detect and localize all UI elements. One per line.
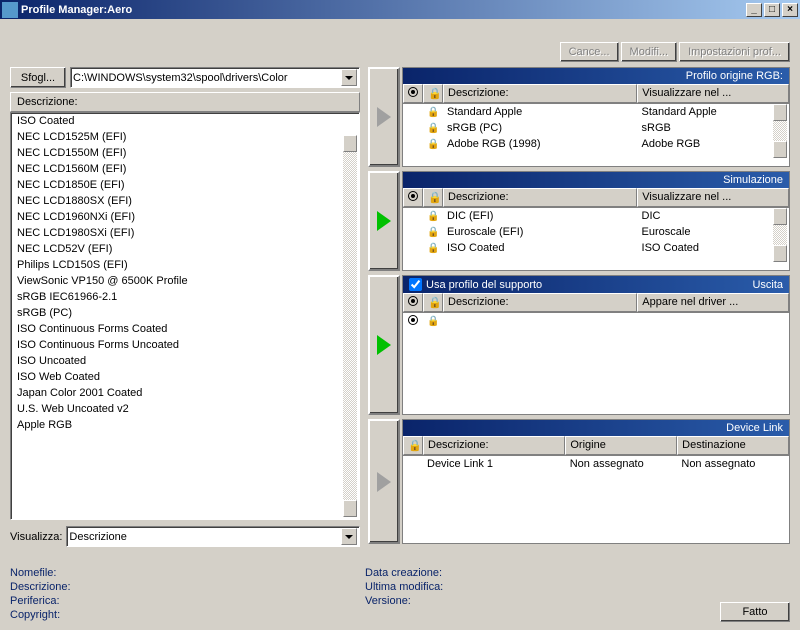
table-row[interactable]: 🔒sRGB (PC)sRGB bbox=[403, 120, 789, 136]
list-item[interactable]: ViewSonic VP150 @ 6500K Profile bbox=[11, 273, 359, 289]
arrow-right-icon bbox=[377, 472, 391, 492]
desc-header[interactable]: Descrizione: bbox=[443, 84, 637, 103]
lock-header: 🔒 bbox=[423, 84, 443, 103]
appear-header[interactable]: Appare nel driver ... bbox=[637, 293, 789, 312]
path-value: C:\WINDOWS\system32\spool\drivers\Color bbox=[73, 72, 341, 84]
close-button[interactable]: × bbox=[782, 3, 798, 17]
list-item[interactable]: ISO Continuous Forms Coated bbox=[11, 321, 359, 337]
lock-icon: 🔒 bbox=[423, 122, 443, 135]
profile-listbox[interactable]: ISO CoatedNEC LCD1525M (EFI)NEC LCD1550M… bbox=[10, 112, 360, 520]
visual-header[interactable]: Visualizzare nel ... bbox=[637, 84, 789, 103]
chevron-down-icon[interactable] bbox=[341, 69, 357, 86]
left-panel: Sfogl... C:\WINDOWS\system32\spool\drive… bbox=[10, 67, 360, 575]
target-icon bbox=[408, 87, 418, 97]
created-label: Data creazione: bbox=[365, 566, 720, 580]
view-label: Visualizza: bbox=[10, 531, 62, 543]
done-button[interactable]: Fatto bbox=[720, 602, 790, 622]
add-devlink-button[interactable] bbox=[368, 419, 400, 544]
lock-icon: 🔒 bbox=[423, 242, 443, 255]
list-item[interactable]: NEC LCD1550M (EFI) bbox=[11, 145, 359, 161]
list-item[interactable]: sRGB IEC61966-2.1 bbox=[11, 289, 359, 305]
list-item[interactable]: ISO Continuous Forms Uncoated bbox=[11, 337, 359, 353]
output-section-title: Usa profilo del supporto Uscita bbox=[403, 276, 789, 293]
list-item[interactable]: ISO Uncoated bbox=[11, 353, 359, 369]
list-item[interactable]: ISO Web Coated bbox=[11, 369, 359, 385]
top-toolbar: Cance... Modifi... Impostazioni prof... bbox=[560, 42, 790, 62]
sim-section-title: Simulazione bbox=[403, 172, 789, 188]
dest-header[interactable]: Destinazione bbox=[677, 436, 789, 455]
list-item[interactable]: NEC LCD1980SXi (EFI) bbox=[11, 225, 359, 241]
lock-icon: 🔒 bbox=[423, 106, 443, 119]
chevron-down-icon[interactable] bbox=[341, 528, 357, 545]
copyright-label: Copyright: bbox=[10, 608, 365, 622]
lock-header: 🔒 bbox=[403, 436, 423, 455]
modify-button[interactable]: Modifi... bbox=[621, 42, 678, 62]
titlebar: Profile Manager:Aero _ □ × bbox=[0, 0, 800, 19]
filename-label: Nomefile: bbox=[10, 566, 365, 580]
desc-header[interactable]: Descrizione: bbox=[423, 436, 565, 455]
target-icon bbox=[408, 315, 418, 325]
add-rgb-button[interactable] bbox=[368, 67, 400, 167]
footer: Nomefile: Descrizione: Periferica: Copyr… bbox=[10, 566, 790, 622]
list-header[interactable]: Descrizione: bbox=[10, 92, 360, 112]
list-item[interactable]: ISO Coated bbox=[11, 113, 359, 129]
scrollbar[interactable] bbox=[343, 135, 357, 517]
lock-icon: 🔒 bbox=[423, 138, 443, 151]
list-item[interactable]: Japan Color 2001 Coated bbox=[11, 385, 359, 401]
view-value: Descrizione bbox=[69, 531, 341, 543]
view-combo[interactable]: Descrizione bbox=[66, 526, 360, 547]
devlink-section-title: Device Link bbox=[403, 420, 789, 436]
maximize-button[interactable]: □ bbox=[764, 3, 780, 17]
desc-header[interactable]: Descrizione: bbox=[443, 293, 637, 312]
lock-header: 🔒 bbox=[423, 293, 443, 312]
cancel-button[interactable]: Cance... bbox=[560, 42, 619, 62]
lock-icon: 🔒 bbox=[423, 315, 443, 328]
desc-label: Descrizione: bbox=[10, 580, 365, 594]
arrow-right-icon bbox=[377, 107, 391, 127]
arrow-right-icon bbox=[377, 335, 391, 355]
list-item[interactable]: sRGB (PC) bbox=[11, 305, 359, 321]
desc-header[interactable]: Descrizione: bbox=[443, 188, 637, 207]
target-icon bbox=[408, 296, 418, 306]
browse-button[interactable]: Sfogl... bbox=[10, 67, 66, 88]
profile-settings-button[interactable]: Impostazioni prof... bbox=[679, 42, 790, 62]
rgb-section-title: Profilo origine RGB: bbox=[403, 68, 789, 84]
list-item[interactable]: NEC LCD1850E (EFI) bbox=[11, 177, 359, 193]
minimize-button[interactable]: _ bbox=[746, 3, 762, 17]
app-icon bbox=[2, 2, 18, 18]
lock-icon: 🔒 bbox=[423, 210, 443, 223]
scrollbar[interactable] bbox=[773, 208, 787, 262]
table-row[interactable]: 🔒Euroscale (EFI)Euroscale bbox=[403, 224, 789, 240]
modified-label: Ultima modifica: bbox=[365, 580, 720, 594]
scrollbar[interactable] bbox=[773, 104, 787, 158]
table-row[interactable]: 🔒Adobe RGB (1998)Adobe RGB bbox=[403, 136, 789, 152]
list-item[interactable]: NEC LCD1880SX (EFI) bbox=[11, 193, 359, 209]
list-item[interactable]: NEC LCD52V (EFI) bbox=[11, 241, 359, 257]
add-sim-button[interactable] bbox=[368, 171, 400, 271]
table-row[interactable]: 🔒ISO CoatedISO Coated bbox=[403, 240, 789, 256]
add-output-button[interactable] bbox=[368, 275, 400, 415]
lock-header: 🔒 bbox=[423, 188, 443, 207]
table-row[interactable]: 🔒Standard AppleStandard Apple bbox=[403, 104, 789, 120]
list-item[interactable]: NEC LCD1560M (EFI) bbox=[11, 161, 359, 177]
path-combo[interactable]: C:\WINDOWS\system32\spool\drivers\Color bbox=[70, 67, 360, 88]
arrow-right-icon bbox=[377, 211, 391, 231]
visual-header[interactable]: Visualizzare nel ... bbox=[637, 188, 789, 207]
window-title: Profile Manager:Aero bbox=[21, 4, 746, 16]
table-row[interactable]: 🔒 bbox=[403, 313, 789, 330]
use-support-profile-checkbox[interactable] bbox=[409, 278, 422, 291]
device-label: Periferica: bbox=[10, 594, 365, 608]
list-item[interactable]: NEC LCD1525M (EFI) bbox=[11, 129, 359, 145]
list-item[interactable]: Philips LCD150S (EFI) bbox=[11, 257, 359, 273]
list-item[interactable]: Apple RGB bbox=[11, 417, 359, 433]
list-item[interactable]: NEC LCD1960NXi (EFI) bbox=[11, 209, 359, 225]
version-label: Versione: bbox=[365, 594, 720, 608]
checkbox-label: Usa profilo del supporto bbox=[426, 279, 752, 291]
table-row[interactable]: 🔒DIC (EFI)DIC bbox=[403, 208, 789, 224]
lock-icon: 🔒 bbox=[423, 226, 443, 239]
target-icon bbox=[408, 191, 418, 201]
origin-header[interactable]: Origine bbox=[565, 436, 677, 455]
list-item[interactable]: U.S. Web Uncoated v2 bbox=[11, 401, 359, 417]
table-row[interactable]: Device Link 1Non assegnatoNon assegnato bbox=[403, 456, 789, 472]
